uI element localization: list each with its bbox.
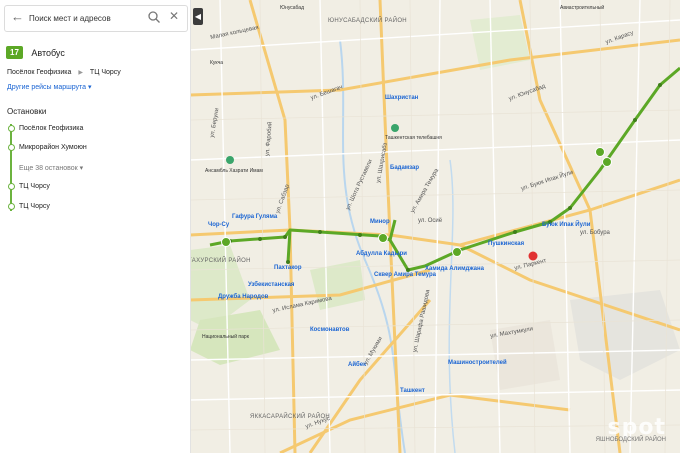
route-to: ТЦ Чорсу (89, 69, 121, 76)
route-path: Посёлок Геофизика ▶ ТЦ Чорсу (7, 69, 121, 76)
district-label: ТАХУРСКИЙ РАЙОН (188, 258, 251, 264)
landmark-label[interactable]: Авиастроительный (560, 5, 604, 11)
road-label: ул. Осиё (418, 218, 443, 224)
stop-dot (8, 144, 15, 151)
stops-title: Остановки (7, 107, 47, 116)
stop-dot (8, 203, 15, 210)
chevron-down-icon: ▾ (79, 165, 84, 172)
path-arrow-icon: ▶ (78, 70, 83, 76)
metro-station[interactable]: Минор (370, 219, 390, 225)
more-stops-label: Еще 38 остановок (19, 165, 78, 172)
stop-item[interactable]: Микрорайон Хумоюн (19, 144, 87, 151)
route-header: 17 Автобус (6, 44, 65, 60)
chevron-down-icon: ▾ (88, 84, 92, 91)
landmark-label[interactable]: Ансамбль Хазрати Имам (205, 168, 263, 174)
collapse-panel-button[interactable]: ◀ (193, 8, 203, 25)
other-routes-link[interactable]: Другие рейсы маршрута ▾ (7, 83, 92, 91)
route-number-badge: 17 (6, 46, 23, 60)
metro-station[interactable]: Пушкинская (488, 241, 524, 247)
map-canvas (190, 0, 680, 453)
more-stops-toggle[interactable]: Еще 38 остановок ▾ (19, 164, 83, 172)
road-label: ул. Бобура (580, 230, 610, 236)
metro-station[interactable]: Машиностроителей (448, 360, 507, 366)
route-type: Автобус (31, 47, 65, 58)
district-label: ЮНУСАБАДСКИЙ РАЙОН (328, 18, 407, 24)
other-routes-label: Другие рейсы маршрута (7, 84, 87, 91)
landmark-label[interactable]: Юнусабад (280, 5, 304, 11)
stop-dot (8, 183, 15, 190)
landmark-label[interactable]: Кукча (210, 60, 223, 66)
metro-station[interactable]: Хамида Алимджана (425, 266, 484, 272)
metro-station[interactable]: Пахтакор (274, 265, 302, 271)
stop-dot (8, 125, 15, 132)
route-from: Посёлок Геофизика (7, 69, 72, 76)
landmark-label[interactable]: Национальный парк (202, 334, 249, 340)
stop-item[interactable]: ТЦ Чорсу (19, 183, 50, 190)
metro-station[interactable]: Чор-Су (208, 222, 229, 228)
district-label: ЯШНОБОДСКИЙ РАЙОН (595, 437, 666, 443)
search-input[interactable] (29, 11, 141, 25)
search-icon[interactable] (147, 10, 161, 24)
side-panel: ← ✕ 17 Автобус Посёлок Геофизика ▶ ТЦ Чо… (0, 0, 191, 453)
metro-station[interactable]: Ташкент (400, 388, 425, 394)
stop-item[interactable]: Посёлок Геофизика (19, 125, 83, 132)
metro-station[interactable]: Гафура Гуляма (232, 214, 277, 220)
metro-station[interactable]: Шахристан (385, 95, 418, 101)
stops-line (10, 124, 12, 211)
back-arrow-icon[interactable]: ← (11, 9, 24, 24)
search-bar: ← ✕ (4, 5, 188, 32)
landmark-label[interactable]: Ташкентская телебашня (385, 135, 442, 141)
stop-item[interactable]: ТЦ Чорсу (19, 203, 50, 210)
close-icon[interactable]: ✕ (169, 9, 179, 23)
metro-station[interactable]: Узбекистанская (248, 282, 294, 288)
metro-station[interactable]: Сквер Амира Темура (374, 272, 436, 278)
metro-station[interactable]: Бадамзар (390, 165, 419, 171)
map-area[interactable]: ЮНУСАБАДСКИЙ РАЙОН ТАХУРСКИЙ РАЙОН ЯККАС… (188, 0, 680, 453)
metro-station[interactable]: Дружба Народов (218, 294, 268, 300)
watermark-logo: spot ЯШНОБОДСКИЙ РАЙОН (596, 415, 666, 443)
metro-station[interactable]: Космонавтов (310, 327, 349, 333)
metro-station[interactable]: Абдулла Кадыри (356, 251, 407, 257)
metro-station[interactable]: Буюк Ипак Йули (542, 222, 590, 228)
